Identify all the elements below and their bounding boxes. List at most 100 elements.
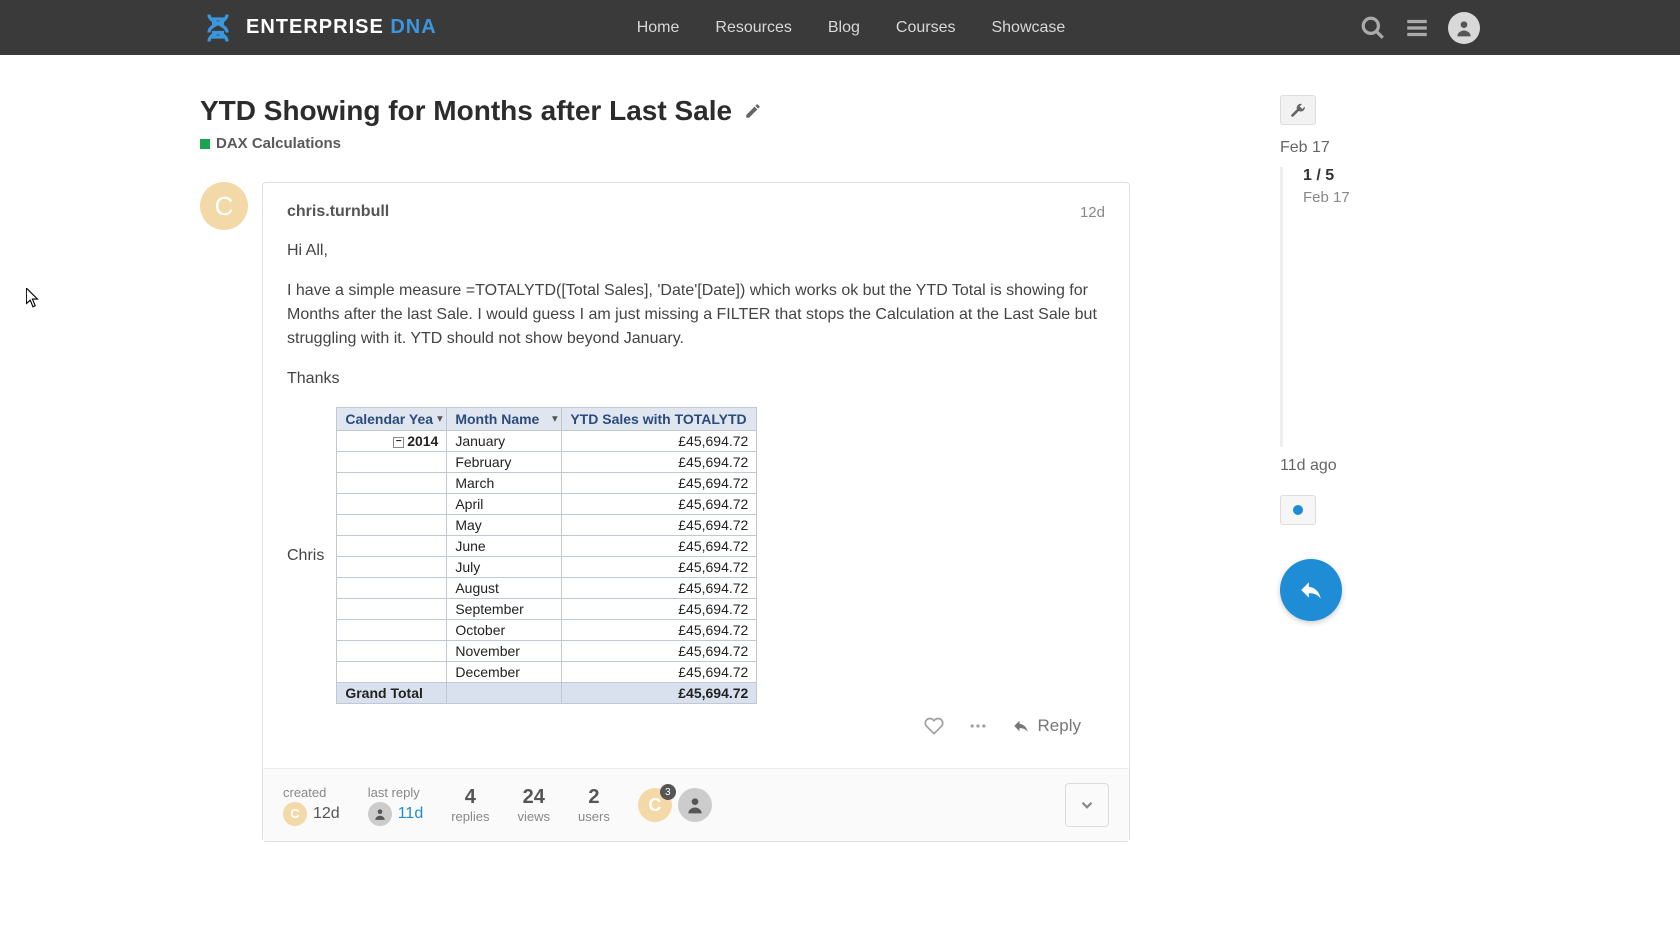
year-cell <box>337 494 447 515</box>
month-cell: May <box>447 515 562 536</box>
ytd-cell: £45,694.72 <box>562 494 757 515</box>
year-cell <box>337 599 447 620</box>
content-column: YTD Showing for Months after Last Sale D… <box>200 95 1130 842</box>
participant-avatar[interactable] <box>678 788 712 822</box>
table-total-row: Grand Total £45,694.72 <box>337 683 757 704</box>
topic-admin-button[interactable] <box>1280 95 1316 125</box>
year-cell <box>337 515 447 536</box>
month-cell: October <box>447 620 562 641</box>
table-row: October£45,694.72 <box>337 620 757 641</box>
ytd-cell: £45,694.72 <box>562 515 757 536</box>
ytd-cell: £45,694.72 <box>562 620 757 641</box>
table-row: February£45,694.72 <box>337 452 757 473</box>
ytd-cell: £45,694.72 <box>562 431 757 452</box>
summary-users: 2 users <box>578 786 610 824</box>
ytd-cell: £45,694.72 <box>562 452 757 473</box>
category-name: DAX Calculations <box>216 135 341 152</box>
category-badge[interactable]: DAX Calculations <box>200 135 1130 152</box>
table-header-year: Calendar Yea▾ <box>337 408 447 431</box>
nav-home[interactable]: Home <box>637 19 680 37</box>
ytd-cell: £45,694.72 <box>562 536 757 557</box>
post: C chris.turnbull 12d Hi All, I have a si… <box>200 182 1130 842</box>
summary-last-reply[interactable]: last reply 11d <box>368 785 424 826</box>
nav-courses[interactable]: Courses <box>896 19 956 37</box>
primary-nav: Home Resources Blog Courses Showcase <box>637 19 1066 37</box>
table-row: November£45,694.72 <box>337 641 757 662</box>
table-row: April£45,694.72 <box>337 494 757 515</box>
year-cell <box>337 536 447 557</box>
month-cell: March <box>447 473 562 494</box>
summary-count: 2 <box>588 786 599 809</box>
summary-created: created C 12d <box>283 785 340 826</box>
user-avatar[interactable] <box>1448 12 1480 44</box>
brand-logo[interactable]: ENTERPRISE DNA <box>200 10 437 46</box>
year-cell <box>337 578 447 599</box>
timeline-start-date[interactable]: Feb 17 <box>1280 139 1480 157</box>
month-cell: January <box>447 431 562 452</box>
mini-avatar[interactable]: C <box>283 802 307 826</box>
ytd-cell: £45,694.72 <box>562 557 757 578</box>
expand-summary-button[interactable] <box>1065 783 1109 827</box>
post-body: Hi All, I have a simple measure =TOTALYT… <box>287 239 1105 704</box>
post-author[interactable]: chris.turnbull <box>287 203 389 221</box>
author-avatar[interactable]: C <box>200 182 248 230</box>
filter-icon: ▾ <box>437 414 442 425</box>
reply-button[interactable]: Reply <box>1012 716 1081 736</box>
ytd-cell: £45,694.72 <box>562 599 757 620</box>
total-value: £45,694.72 <box>562 683 757 704</box>
month-cell: June <box>447 536 562 557</box>
summary-date: 12d <box>313 805 340 823</box>
reply-arrow-icon <box>1012 717 1030 735</box>
ellipsis-icon[interactable] <box>968 716 988 736</box>
topic-title: YTD Showing for Months after Last Sale <box>200 95 732 127</box>
post-header: chris.turnbull 12d <box>287 203 1105 221</box>
participant-avatar[interactable]: C 3 <box>638 788 672 822</box>
nav-resources[interactable]: Resources <box>715 19 791 37</box>
ytd-cell: £45,694.72 <box>562 473 757 494</box>
month-cell: July <box>447 557 562 578</box>
summary-label: last reply <box>368 785 420 800</box>
month-cell: February <box>447 452 562 473</box>
year-cell <box>337 620 447 641</box>
year-cell <box>337 662 447 683</box>
summary-label: users <box>578 809 610 824</box>
timeline-scroller[interactable]: 1 / 5 Feb 17 <box>1280 167 1480 447</box>
post-age[interactable]: 12d <box>1080 204 1105 221</box>
timeline-position: 1 / 5 <box>1303 167 1480 185</box>
reply-fab[interactable] <box>1280 559 1342 621</box>
month-cell: April <box>447 494 562 515</box>
hamburger-icon[interactable] <box>1404 15 1430 41</box>
nav-blog[interactable]: Blog <box>828 19 860 37</box>
chevron-down-icon <box>1078 796 1096 814</box>
ytd-data-table: Calendar Yea▾ Month Name▾ YTD Sales with… <box>336 407 757 704</box>
post-paragraph: I have a simple measure =TOTALYTD([Total… <box>287 279 1105 351</box>
table-row: March£45,694.72 <box>337 473 757 494</box>
summary-replies: 4 replies <box>451 786 489 824</box>
total-label: Grand Total <box>337 683 447 704</box>
table-row: May£45,694.72 <box>337 515 757 536</box>
search-icon[interactable] <box>1360 15 1386 41</box>
participants: C 3 <box>638 788 712 822</box>
main-content: YTD Showing for Months after Last Sale D… <box>0 55 1680 882</box>
summary-label: created <box>283 785 326 800</box>
month-cell: August <box>447 578 562 599</box>
summary-count: 4 <box>465 786 476 809</box>
app-header: ENTERPRISE DNA Home Resources Blog Cours… <box>0 0 1680 55</box>
table-row: September£45,694.72 <box>337 599 757 620</box>
summary-views: 24 views <box>518 786 551 824</box>
collapse-icon[interactable]: − <box>393 437 404 448</box>
notification-level-button[interactable] <box>1280 495 1316 525</box>
summary-label: views <box>518 809 551 824</box>
table-header-ytd: YTD Sales with TOTALYTD <box>562 408 757 431</box>
heart-icon[interactable] <box>924 716 944 736</box>
ytd-cell: £45,694.72 <box>562 662 757 683</box>
pencil-icon[interactable] <box>744 102 762 120</box>
month-cell: September <box>447 599 562 620</box>
tracking-dot-icon <box>1293 505 1303 515</box>
year-cell <box>337 641 447 662</box>
nav-showcase[interactable]: Showcase <box>991 19 1065 37</box>
timeline-sidebar: Feb 17 1 / 5 Feb 17 11d ago <box>1280 95 1480 842</box>
month-cell: December <box>447 662 562 683</box>
topic-summary: created C 12d last reply 11d <box>263 768 1129 841</box>
timeline-end-date[interactable]: 11d ago <box>1280 457 1480 475</box>
